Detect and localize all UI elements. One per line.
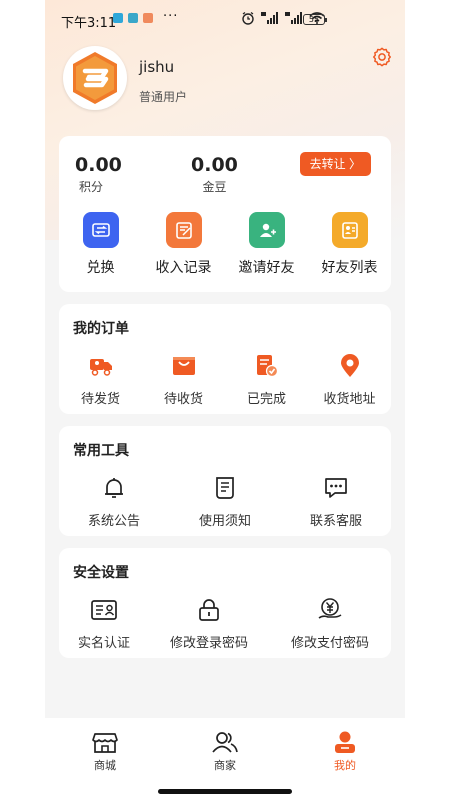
- avatar[interactable]: [63, 46, 127, 110]
- bell-icon: [100, 474, 128, 502]
- quick-action-label: 邀请好友: [238, 260, 295, 276]
- completed-document-icon: [253, 352, 281, 380]
- signal-icon: [261, 12, 278, 24]
- bottom-tab-bar: 商城 商家 我的: [45, 718, 405, 800]
- store-icon: [92, 733, 118, 753]
- status-more: ···: [163, 9, 179, 24]
- tool-label: 使用须知: [198, 514, 251, 529]
- quick-action-invite-friend[interactable]: 邀请好友: [225, 212, 308, 277]
- battery-indicator: 55: [303, 14, 327, 25]
- system-announcement[interactable]: 系统公告: [59, 474, 169, 529]
- status-time: 下午3:11: [61, 16, 117, 31]
- beans-label: 金豆: [202, 180, 227, 194]
- security-label: 修改登录密码: [169, 636, 248, 651]
- points-label: 积分: [79, 180, 104, 194]
- profile-header: jishu 普通用户: [63, 46, 393, 116]
- quick-action-income-record[interactable]: 收入记录: [142, 212, 225, 277]
- invite-friend-icon: [248, 212, 285, 248]
- income-record-icon: [165, 212, 202, 248]
- user-type: 普通用户: [139, 90, 188, 104]
- quick-action-label: 兑换: [86, 260, 115, 276]
- quick-action-exchange[interactable]: 兑换: [59, 212, 142, 277]
- beans-balance[interactable]: 0.00 金豆: [191, 154, 238, 195]
- merchant-users-icon: [212, 732, 238, 753]
- status-app-icons: [113, 13, 153, 23]
- order-status-row: 待发货 待收货 已完成 收货地址: [59, 352, 391, 407]
- order-pending-receipt[interactable]: 待收货: [142, 352, 225, 407]
- status-bar: 下午3:11 ··· 55: [45, 0, 405, 40]
- order-completed[interactable]: 已完成: [225, 352, 308, 407]
- beans-value: 0.00: [191, 154, 238, 176]
- app-notification-icon: [113, 13, 123, 23]
- change-login-password[interactable]: 修改登录密码: [149, 596, 269, 651]
- signal-icon: [285, 12, 302, 24]
- change-payment-password[interactable]: 修改支付密码: [269, 596, 391, 651]
- quick-action-label: 好友列表: [321, 260, 378, 276]
- shopping-bag-icon: [170, 352, 198, 380]
- id-card-icon: [90, 596, 118, 624]
- home-indicator[interactable]: [158, 789, 292, 794]
- order-status-label: 待收货: [163, 392, 203, 407]
- alarm-icon: [242, 11, 254, 25]
- tab-mine[interactable]: 我的: [305, 730, 385, 773]
- orders-title: 我的订单: [73, 321, 129, 337]
- tools-card: 常用工具 系统公告 使用须知 联系客服: [59, 426, 391, 536]
- notice-document-icon: [211, 474, 239, 502]
- username: jishu: [139, 58, 175, 76]
- tab-label: 我的: [334, 759, 356, 772]
- brand-logo-icon: [73, 52, 117, 104]
- tool-label: 系统公告: [87, 514, 140, 529]
- app-notification-icon: [128, 13, 138, 23]
- location-pin-icon: [336, 352, 364, 380]
- tab-label: 商城: [94, 759, 116, 772]
- app-notification-icon: [143, 13, 153, 23]
- order-status-label: 待发货: [80, 392, 120, 407]
- security-card: 安全设置 实名认证 修改登录密码 修改支付密码: [59, 548, 391, 658]
- profile-screen: 下午3:11 ··· 55 jishu 普通用户 0.00 积分 0.00 金豆…: [45, 0, 405, 800]
- security-title: 安全设置: [73, 565, 129, 581]
- transfer-button[interactable]: 去转让 〉: [299, 152, 371, 176]
- security-label: 修改支付密码: [290, 636, 369, 651]
- chat-bubble-icon: [322, 474, 350, 502]
- real-name-verification[interactable]: 实名认证: [59, 596, 149, 651]
- tab-label: 商家: [214, 759, 236, 772]
- points-value: 0.00: [75, 154, 122, 176]
- shipping-address[interactable]: 收货地址: [308, 352, 391, 407]
- order-status-label: 收货地址: [323, 392, 376, 407]
- order-pending-shipment[interactable]: 待发货: [59, 352, 142, 407]
- exchange-icon: [82, 212, 119, 248]
- tools-row: 系统公告 使用须知 联系客服: [59, 474, 391, 529]
- contact-support[interactable]: 联系客服: [281, 474, 391, 529]
- quick-action-label: 收入记录: [155, 260, 212, 276]
- quick-actions: 兑换 收入记录 邀请好友 好友列表: [59, 212, 391, 277]
- points-card: 0.00 积分 0.00 金豆 去转让 〉 兑换 收入记录 邀请好友 好友列表: [59, 136, 391, 292]
- security-row: 实名认证 修改登录密码 修改支付密码: [59, 596, 391, 651]
- payment-yen-icon: [316, 596, 344, 624]
- profile-user-icon: [335, 731, 355, 753]
- quick-action-friend-list[interactable]: 好友列表: [308, 212, 391, 277]
- tools-title: 常用工具: [73, 443, 129, 459]
- gear-icon[interactable]: [371, 46, 393, 68]
- friend-list-icon: [331, 212, 368, 248]
- tab-mall[interactable]: 商城: [65, 730, 145, 773]
- tab-merchant[interactable]: 商家: [185, 730, 265, 773]
- security-label: 实名认证: [77, 636, 130, 651]
- tool-label: 联系客服: [309, 514, 362, 529]
- usage-notice[interactable]: 使用须知: [169, 474, 281, 529]
- orders-card: 我的订单 待发货 待收货 已完成 收货地址: [59, 304, 391, 414]
- padlock-icon: [195, 596, 223, 624]
- delivery-truck-icon: [87, 352, 115, 380]
- points-balance[interactable]: 0.00 积分: [75, 154, 122, 195]
- order-status-label: 已完成: [246, 392, 286, 407]
